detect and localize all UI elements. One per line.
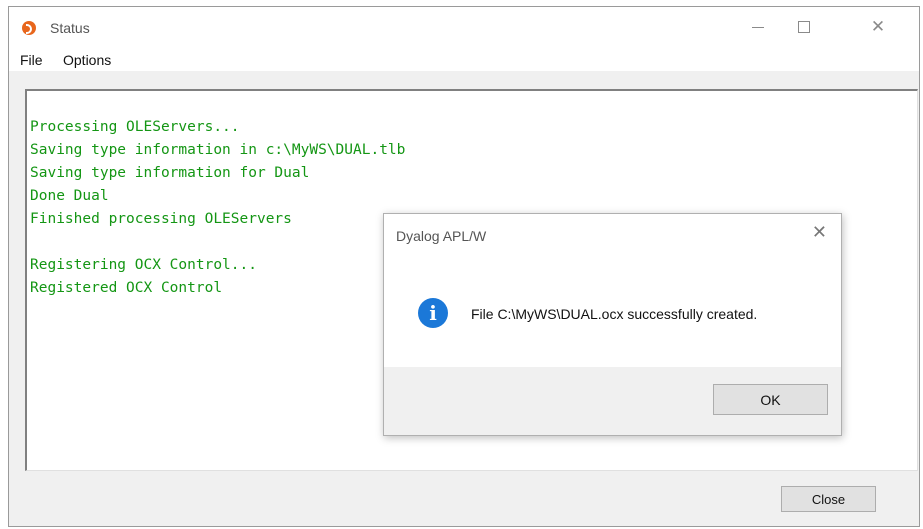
log-line: Finished processing OLEServers — [30, 211, 292, 227]
log-line — [30, 231, 405, 254]
menu-options[interactable]: Options — [63, 52, 111, 68]
dialog-close-icon[interactable]: ✕ — [812, 222, 827, 243]
menu-bar: File Options — [9, 47, 919, 71]
title-bar[interactable]: Status ✕ — [9, 7, 919, 47]
log-line: Done Dual — [30, 188, 109, 204]
menu-file[interactable]: File — [20, 52, 43, 68]
ok-button[interactable]: OK — [713, 384, 828, 415]
message-dialog: Dyalog APL/W ✕ i File C:\MyWS\DUAL.ocx s… — [383, 213, 842, 436]
log-line: Registered OCX Control — [30, 280, 223, 296]
status-log: Processing OLEServers... Saving type inf… — [30, 116, 405, 300]
window-close-button[interactable]: ✕ — [855, 7, 901, 47]
minimize-button[interactable] — [735, 7, 781, 47]
maximize-icon — [798, 21, 810, 33]
maximize-button[interactable] — [781, 7, 827, 47]
dialog-footer: OK — [384, 367, 841, 435]
log-line: Saving type information for Dual — [30, 165, 310, 181]
dialog-title: Dyalog APL/W — [396, 228, 487, 244]
dyalog-app-icon — [22, 21, 36, 35]
log-line: Processing OLEServers... — [30, 119, 240, 135]
log-line: Registering OCX Control... — [30, 257, 257, 273]
log-line: Saving type information in c:\MyWS\DUAL.… — [30, 142, 406, 158]
window-title: Status — [50, 20, 90, 36]
close-icon: ✕ — [870, 17, 886, 37]
minimize-icon — [752, 26, 764, 28]
dialog-message: File C:\MyWS\DUAL.ocx successfully creat… — [471, 306, 758, 322]
close-button[interactable]: Close — [781, 486, 876, 512]
info-icon: i — [418, 298, 448, 328]
